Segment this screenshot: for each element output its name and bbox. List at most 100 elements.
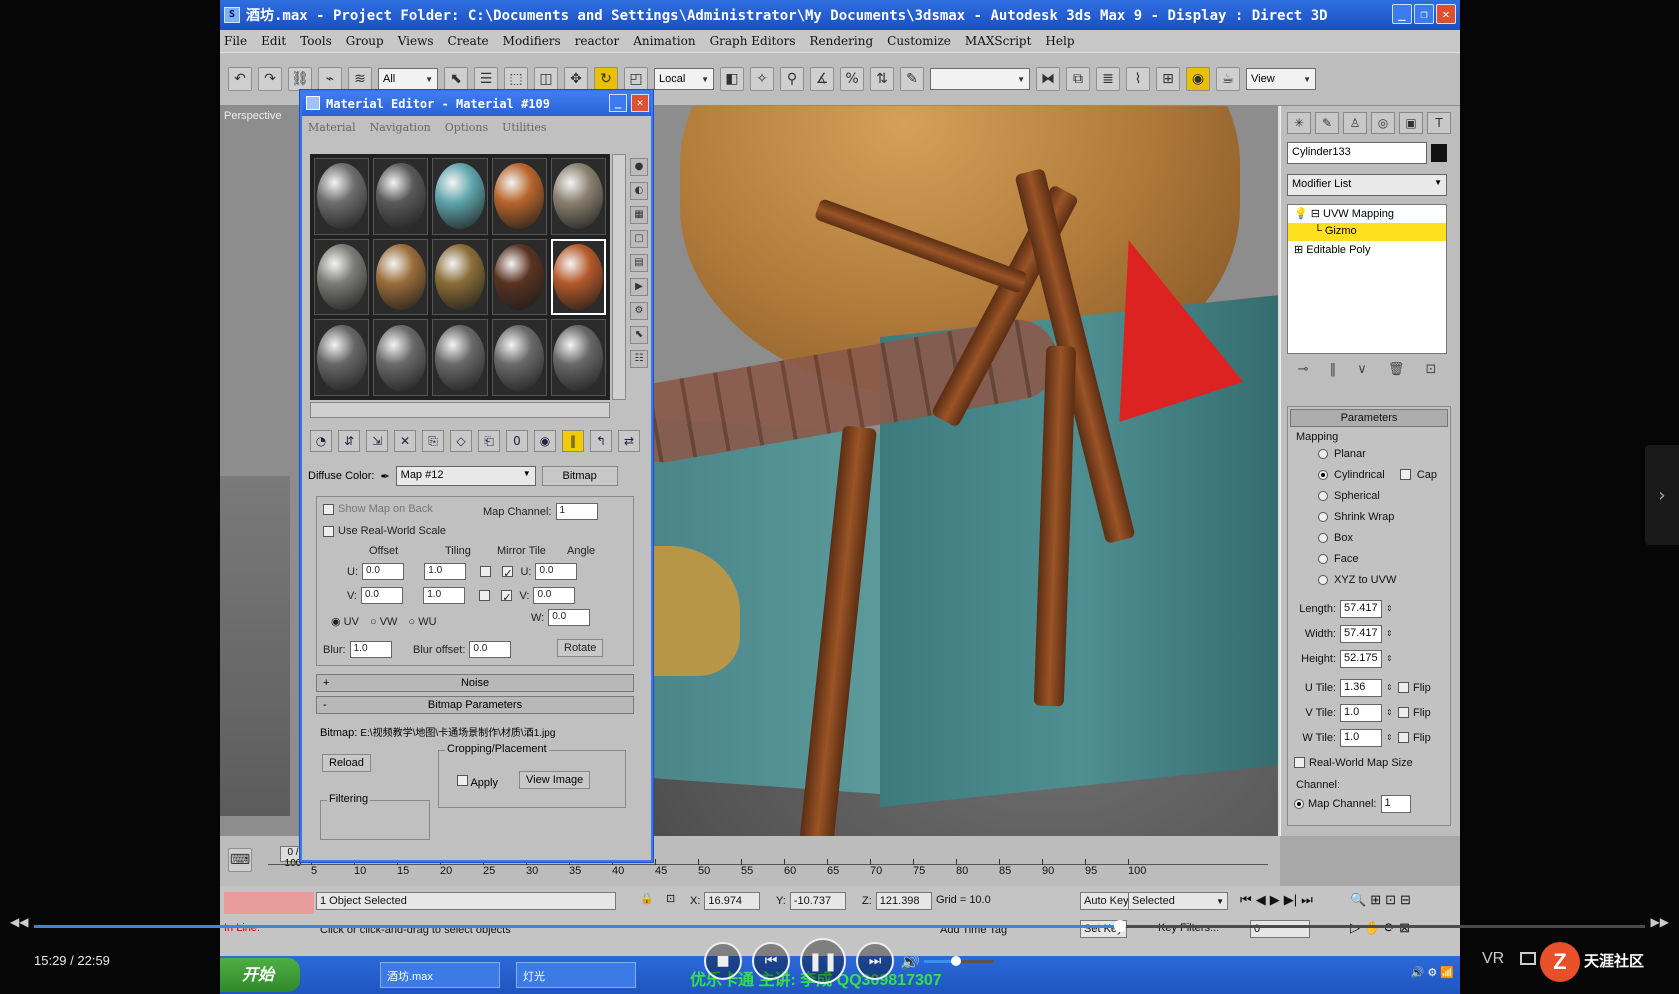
background-icon[interactable]: ▦ xyxy=(630,206,648,224)
material-slot[interactable] xyxy=(314,238,370,316)
menu-rendering[interactable]: Rendering xyxy=(810,34,874,48)
seek-back-icon[interactable]: ◀◀ xyxy=(10,915,28,929)
menu-maxscript[interactable]: MAXScript xyxy=(965,34,1032,48)
volume-knob[interactable] xyxy=(950,956,961,966)
med-minimize-button[interactable]: _ xyxy=(609,94,627,112)
side-panel-arrow-icon[interactable]: › xyxy=(1645,445,1679,545)
key-mode-dropdown[interactable]: Selected ▼ xyxy=(1128,892,1228,910)
layer-manager-icon[interactable]: ≣ xyxy=(1096,67,1120,91)
u-flip-checkbox[interactable] xyxy=(1398,682,1409,693)
arc-rotate-icon[interactable]: ⟳ xyxy=(1384,920,1395,936)
slots-vertical-scrollbar[interactable] xyxy=(612,154,626,400)
select-object-icon[interactable]: ⬉ xyxy=(444,67,468,91)
volume-slider[interactable] xyxy=(924,956,994,966)
utilities-tab-icon[interactable]: T xyxy=(1427,112,1451,134)
named-selection-dropdown[interactable]: ▼ xyxy=(930,68,1030,90)
mapping-option-spherical[interactable]: Spherical xyxy=(1288,485,1450,506)
u-offset-field[interactable]: 0.0 xyxy=(362,563,404,580)
unlink-icon[interactable]: ⌁ xyxy=(318,67,342,91)
maximize-viewport-icon[interactable]: ⊠ xyxy=(1399,920,1410,936)
v-flip-checkbox[interactable] xyxy=(1398,707,1409,718)
material-effects-channel-icon[interactable]: 0 xyxy=(506,430,528,452)
bitmap-path-button[interactable]: E:\视频教学\地图\卡通场景制作\材质\酒1.jpg xyxy=(360,728,555,739)
previous-button[interactable]: ⏮ xyxy=(752,942,790,980)
menu-tools[interactable]: Tools xyxy=(300,34,332,48)
u-mirror-checkbox[interactable] xyxy=(480,566,492,577)
v-tiling-field[interactable]: 1.0 xyxy=(423,587,466,604)
remove-modifier-icon[interactable]: 🗑 xyxy=(1388,362,1405,377)
render-scene-icon[interactable]: ☕ xyxy=(1216,67,1240,91)
x-coord-field[interactable]: 16.974 xyxy=(704,892,761,910)
put-material-icon[interactable]: ⇵ xyxy=(338,430,360,452)
cap-checkbox[interactable] xyxy=(1399,469,1411,480)
z-coord-field[interactable]: 121.398 xyxy=(875,892,932,910)
noise-rollout[interactable]: + Noise xyxy=(316,674,634,692)
blur-field[interactable]: 1.0 xyxy=(349,641,392,658)
rect-selection-icon[interactable]: ⬚ xyxy=(504,67,528,91)
object-color-swatch[interactable] xyxy=(1431,144,1447,162)
snap-toggle-icon[interactable]: ⚲ xyxy=(780,67,804,91)
menu-group[interactable]: Group xyxy=(346,34,384,48)
link-icon[interactable]: ⛓ xyxy=(288,67,312,91)
v-mirror-checkbox[interactable] xyxy=(479,590,491,601)
selection-filter-dropdown[interactable]: All ▼ xyxy=(378,68,438,90)
v-offset-field[interactable]: 0.0 xyxy=(361,587,403,604)
make-preview-icon[interactable]: ▶ xyxy=(630,278,648,296)
u-tile-checkbox[interactable]: ✓ xyxy=(502,566,514,580)
menu-help[interactable]: Help xyxy=(1045,34,1074,48)
menu-edit[interactable]: Edit xyxy=(261,34,286,48)
put-to-library-icon[interactable]: ⎗ xyxy=(478,430,500,452)
rotate-icon[interactable]: ↻ xyxy=(594,67,618,91)
map-channel-field[interactable]: 1 xyxy=(1380,794,1411,813)
options-icon[interactable]: ⚙ xyxy=(630,302,648,320)
goto-start-icon[interactable]: ⏮ xyxy=(1240,892,1252,908)
move-icon[interactable]: ✥ xyxy=(564,67,588,91)
configure-sets-icon[interactable]: ⊡ xyxy=(1426,362,1437,377)
mini-curve-editor-icon[interactable]: ⌨ xyxy=(228,848,252,872)
show-map-on-back-checkbox[interactable]: Show Map on Back xyxy=(323,503,433,515)
render-view-dropdown[interactable]: View ▼ xyxy=(1246,68,1316,90)
current-frame-field[interactable]: 0 xyxy=(1250,920,1310,938)
material-slot[interactable] xyxy=(314,158,370,235)
material-slot[interactable] xyxy=(373,158,429,235)
get-material-icon[interactable]: ◔ xyxy=(310,430,332,452)
progress-knob[interactable] xyxy=(1113,920,1126,932)
pan-icon[interactable]: ✋ xyxy=(1364,920,1380,936)
seek-forward-icon[interactable]: ▶▶ xyxy=(1651,915,1669,929)
make-copy-icon[interactable]: ⎘ xyxy=(422,430,444,452)
mapping-option-face[interactable]: Face xyxy=(1288,548,1450,569)
med-menu-material[interactable]: Material xyxy=(308,121,356,134)
stop-button[interactable]: ■ xyxy=(704,942,742,980)
picture-in-picture-icon[interactable] xyxy=(1520,952,1536,965)
slots-horizontal-scrollbar[interactable] xyxy=(310,402,610,418)
height-field[interactable]: 52.175 xyxy=(1340,649,1382,668)
zoom-extents-icon[interactable]: ⊡ xyxy=(1385,892,1396,908)
schematic-view-icon[interactable]: ⊞ xyxy=(1156,67,1180,91)
video-color-check-icon[interactable]: ▤ xyxy=(630,254,648,272)
reload-button[interactable]: Reload xyxy=(322,754,371,772)
width-spinner[interactable]: ⇕ xyxy=(1386,629,1394,638)
material-slot[interactable] xyxy=(491,238,547,316)
v-angle-field[interactable]: 0.0 xyxy=(533,587,576,604)
zoom-icon[interactable]: 🔍 xyxy=(1350,892,1366,908)
close-button[interactable]: ✕ xyxy=(1436,4,1456,24)
w-tile-field[interactable]: 1.0 xyxy=(1340,728,1382,747)
stack-item-gizmo[interactable]: └ Gizmo xyxy=(1288,223,1446,241)
mapping-option-cylindrical[interactable]: Cylindrical Cap xyxy=(1288,464,1450,485)
pause-button[interactable]: ❚❚ xyxy=(800,938,846,984)
zoom-all-icon[interactable]: ⊞ xyxy=(1370,892,1381,908)
play-icon[interactable]: ▶ xyxy=(1270,892,1280,908)
y-coord-field[interactable]: -10.737 xyxy=(789,892,846,910)
absolute-mode-icon[interactable]: ⊡ xyxy=(666,892,675,905)
material-editor-icon[interactable]: ◉ xyxy=(1186,67,1210,91)
undo-icon[interactable]: ↶ xyxy=(228,67,252,91)
view-image-button[interactable]: View Image xyxy=(519,771,591,789)
med-menu-utilities[interactable]: Utilities xyxy=(502,121,546,134)
reset-map-icon[interactable]: ✕ xyxy=(394,430,416,452)
hierarchy-tab-icon[interactable]: ♙ xyxy=(1343,112,1367,134)
mapping-option-shrink-wrap[interactable]: Shrink Wrap xyxy=(1288,506,1450,527)
angle-snap-icon[interactable]: ∡ xyxy=(810,67,834,91)
parameters-rollout-header[interactable]: Parameters xyxy=(1290,409,1448,427)
redo-icon[interactable]: ↷ xyxy=(258,67,282,91)
mapping-option-planar[interactable]: Planar xyxy=(1288,443,1450,464)
